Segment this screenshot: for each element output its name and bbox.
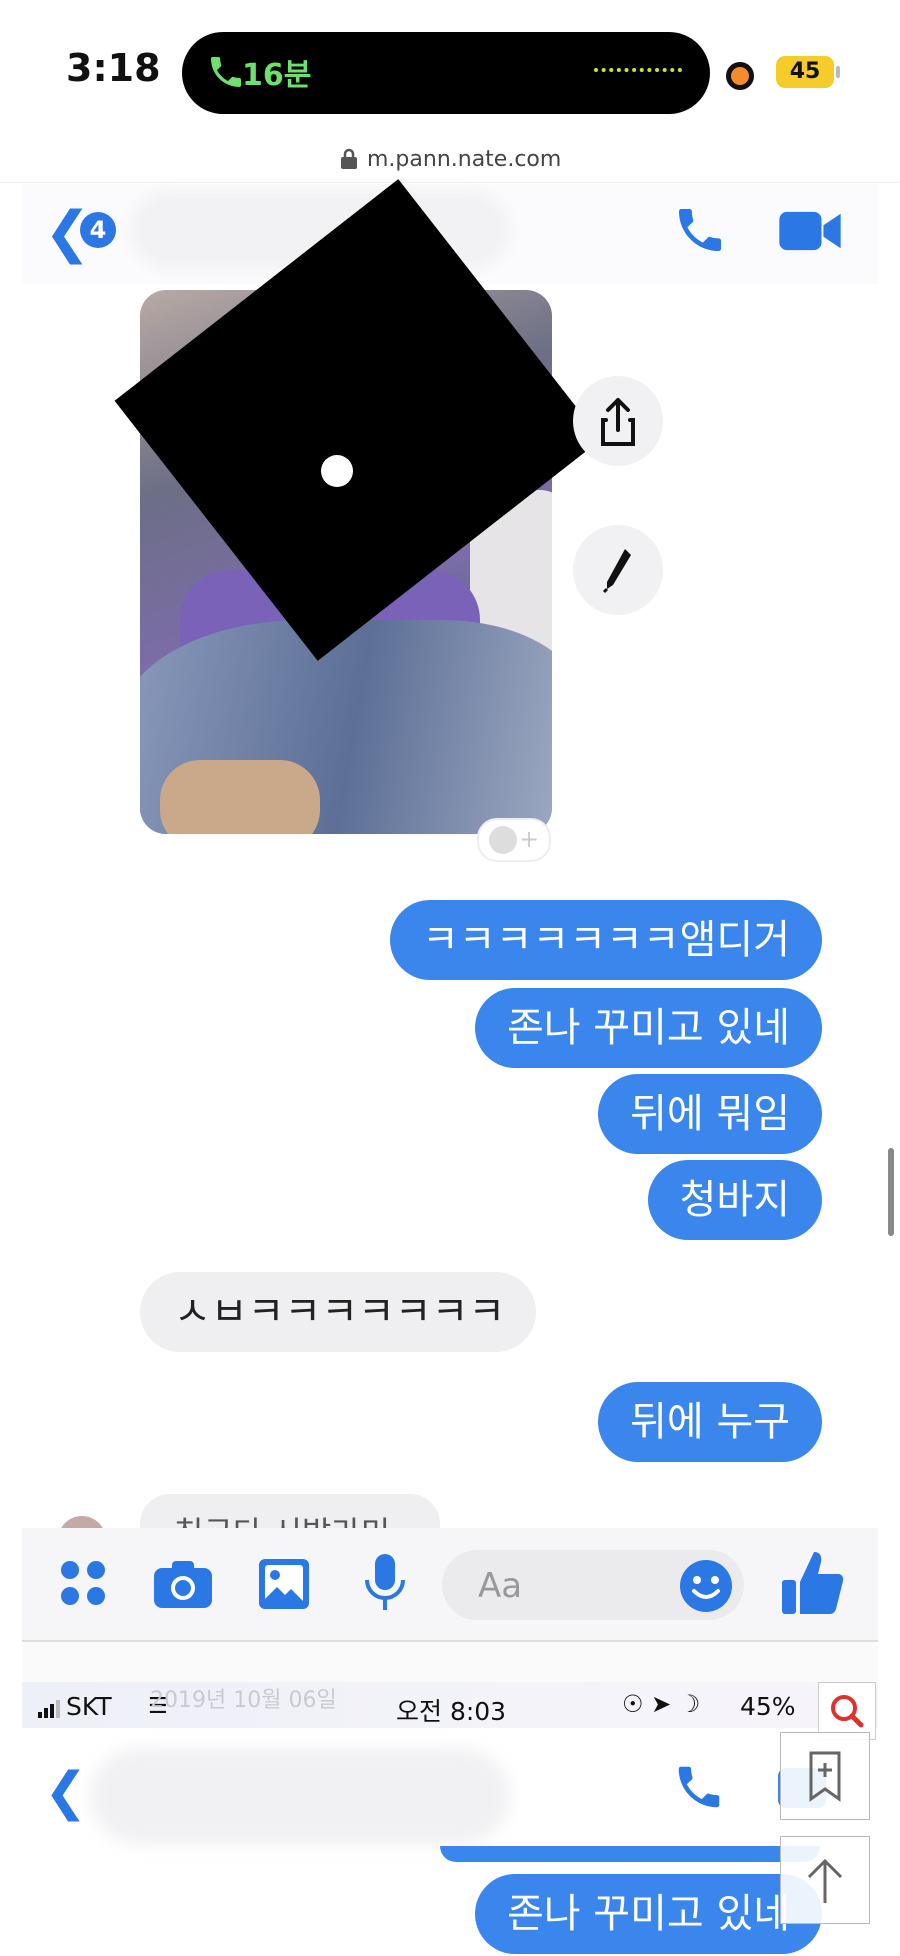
battery-indicator: 45 xyxy=(776,56,834,88)
gallery-icon[interactable] xyxy=(256,1556,312,1612)
smiley-icon xyxy=(489,826,517,854)
sent-message[interactable]: 존나 꾸미고 있네 xyxy=(474,1874,822,1954)
sent-message[interactable]: 청바지 xyxy=(647,1160,822,1240)
video-call-icon[interactable] xyxy=(778,208,842,254)
back-button-2[interactable]: ❮ xyxy=(44,1762,88,1822)
emoji-icon[interactable] xyxy=(678,1558,734,1614)
share-icon xyxy=(601,398,635,446)
status-time: 3:18 xyxy=(66,46,161,90)
blurred-contact-name-2 xyxy=(90,1748,510,1844)
share-button[interactable] xyxy=(573,376,663,466)
edit-button[interactable] xyxy=(573,525,663,615)
phone-icon xyxy=(211,57,241,87)
sent-message[interactable]: 뒤에 뭐임 xyxy=(598,1074,822,1154)
audio-waveform-icon xyxy=(594,68,682,76)
message-input-placeholder: Aa xyxy=(478,1566,523,1606)
search-icon xyxy=(831,1695,864,1728)
battery-percent-2: 45% xyxy=(740,1692,796,1721)
thumbs-up-icon[interactable] xyxy=(780,1548,844,1618)
unread-badge: 4 xyxy=(80,212,116,248)
url-address[interactable]: m.pann.nate.com xyxy=(367,147,561,172)
status-time-2: 오전 8:03 xyxy=(396,1697,507,1726)
ghost-date-text: 2019년 10월 06일 xyxy=(150,1688,337,1713)
sent-message[interactable]: 존나 꾸미고 있네 xyxy=(474,988,822,1068)
battery-tip xyxy=(836,66,840,78)
divider xyxy=(0,182,900,183)
ghost-toolbar xyxy=(22,1642,878,1682)
lock-icon xyxy=(341,148,357,169)
carrier-name: SKT xyxy=(66,1692,112,1721)
signal-icon xyxy=(38,1700,60,1718)
camera-icon[interactable] xyxy=(152,1558,214,1610)
add-reaction-button[interactable]: + xyxy=(477,818,551,862)
bookmark-button[interactable] xyxy=(780,1732,870,1820)
location-icon: ☉ ➤ ☽ xyxy=(622,1690,701,1718)
voice-call-icon[interactable] xyxy=(672,202,728,258)
scrollbar[interactable] xyxy=(888,1148,894,1236)
call-duration: 16분 xyxy=(242,58,312,93)
sent-message[interactable]: 뒤에 누구 xyxy=(598,1382,822,1462)
mic-indicator-dot xyxy=(726,62,754,90)
received-message[interactable]: ㅅㅂㅋㅋㅋㅋㅋㅋㅋ xyxy=(140,1272,536,1352)
redaction-dot xyxy=(321,455,353,487)
photo-detail xyxy=(160,760,320,834)
sent-message-fragment xyxy=(440,1846,820,1862)
pencil-icon xyxy=(602,549,631,594)
scroll-top-button[interactable] xyxy=(780,1836,870,1924)
plus-icon: + xyxy=(519,825,540,853)
bookmark-add-icon xyxy=(809,1751,841,1802)
dynamic-island-call[interactable]: 16분 xyxy=(182,32,710,114)
sent-message[interactable]: ㅋㅋㅋㅋㅋㅋㅋ앰디거 xyxy=(390,900,822,980)
microphone-icon[interactable] xyxy=(360,1552,410,1614)
apps-grid-icon[interactable] xyxy=(58,1558,108,1608)
arrow-up-icon xyxy=(807,1858,843,1903)
voice-call-icon-2[interactable] xyxy=(672,1760,726,1814)
